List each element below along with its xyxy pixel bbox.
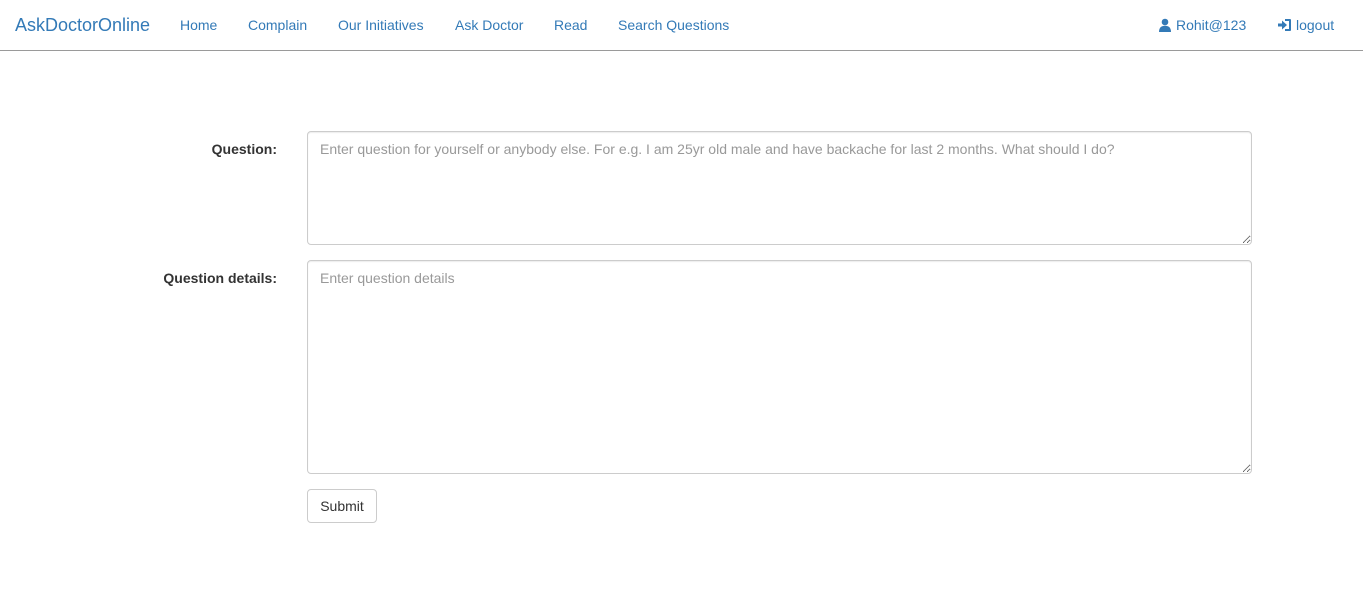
nav-link-complain[interactable]: Complain	[248, 16, 307, 34]
user-icon	[1158, 18, 1172, 32]
navbar: AskDoctorOnline Home Complain Our Initia…	[0, 0, 1363, 51]
nav-link-our-initiatives[interactable]: Our Initiatives	[338, 16, 424, 34]
user-menu[interactable]: Rohit@123	[1158, 16, 1246, 34]
question-input[interactable]	[307, 131, 1252, 245]
nav-link-search-questions[interactable]: Search Questions	[618, 16, 729, 34]
question-label: Question:	[211, 141, 277, 157]
question-details-label: Question details:	[163, 270, 277, 286]
login-icon	[1277, 18, 1292, 32]
submit-button[interactable]: Submit	[307, 489, 377, 523]
logout-label: logout	[1296, 17, 1335, 33]
nav-link-read[interactable]: Read	[554, 16, 587, 34]
nav-link-ask-doctor[interactable]: Ask Doctor	[455, 16, 523, 34]
nav-link-home[interactable]: Home	[180, 16, 217, 34]
user-name: Rohit@123	[1176, 17, 1247, 33]
logout-link[interactable]: logout	[1277, 16, 1334, 34]
brand-link[interactable]: AskDoctorOnline	[15, 14, 150, 36]
question-details-input[interactable]	[307, 260, 1252, 474]
